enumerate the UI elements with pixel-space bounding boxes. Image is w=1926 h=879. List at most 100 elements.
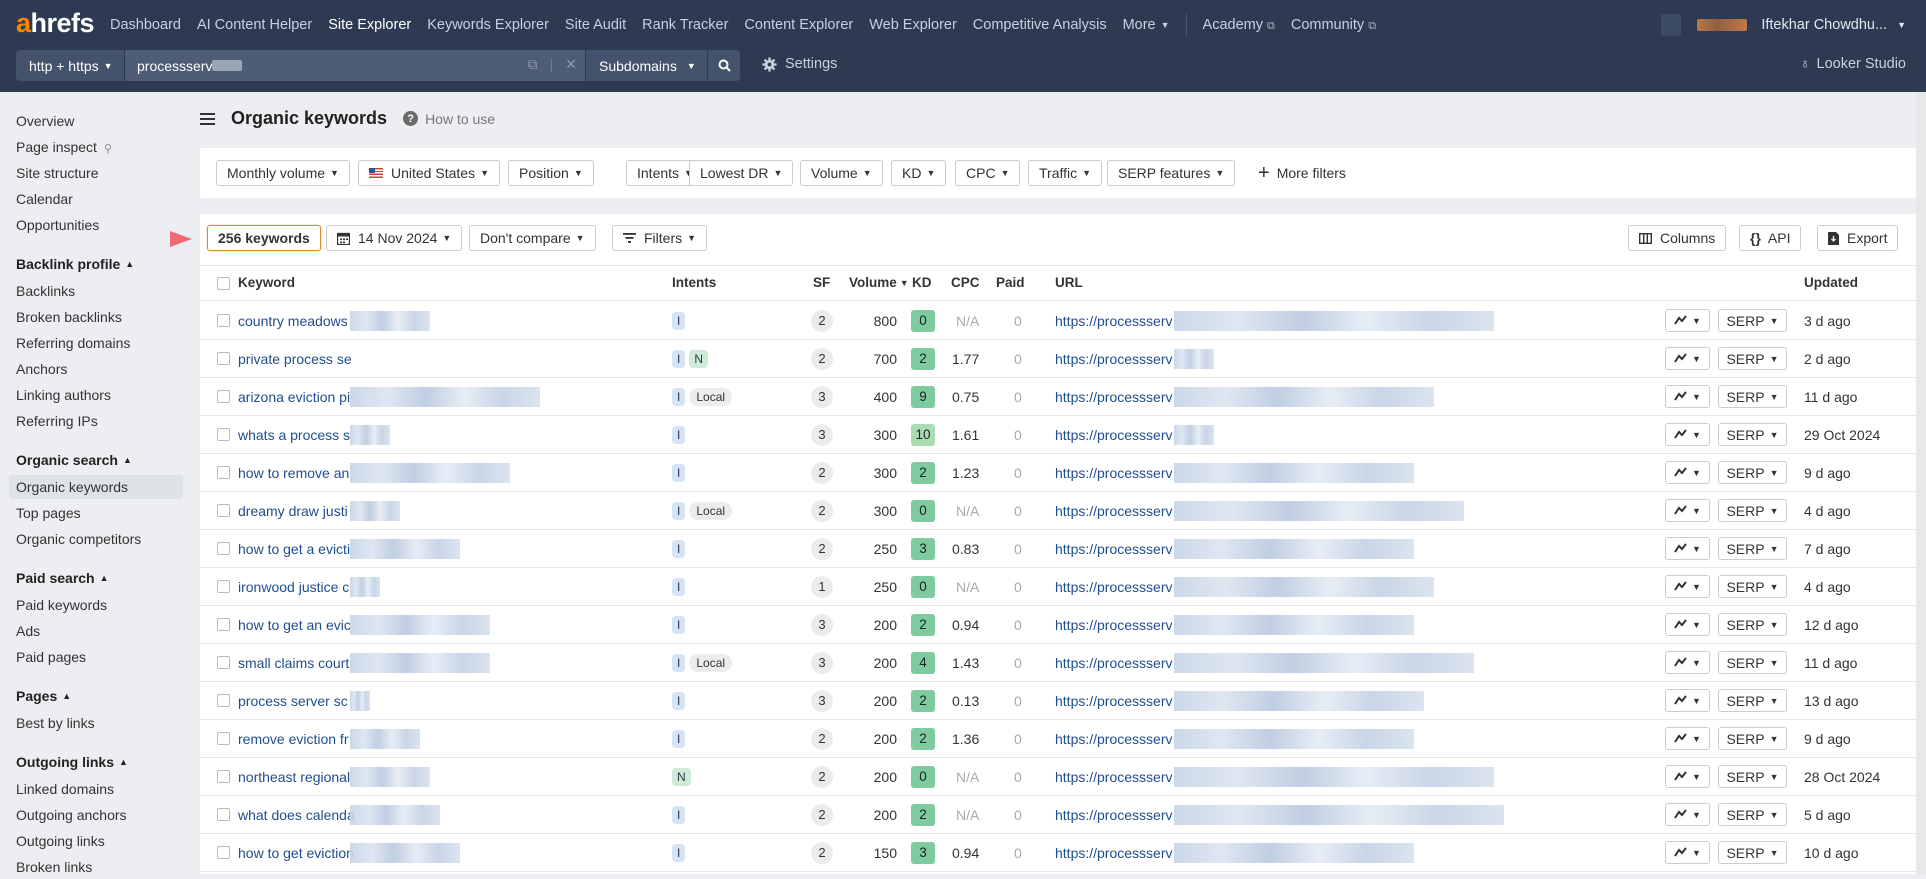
sidebar-item-ads[interactable]: Ads [9, 619, 183, 643]
nav-community[interactable]: Community ⧉ [1291, 17, 1376, 33]
position-history-button[interactable]: ▼ [1665, 537, 1710, 560]
serp-button[interactable]: SERP ▼ [1718, 385, 1787, 408]
nav-competitive-analysis[interactable]: Competitive Analysis [973, 17, 1107, 33]
sidebar-section-pages[interactable]: Pages ▲ [16, 688, 71, 704]
serp-button[interactable]: SERP ▼ [1718, 803, 1787, 826]
row-checkbox[interactable] [217, 314, 230, 327]
serp-button[interactable]: SERP ▼ [1718, 613, 1787, 636]
url-link[interactable]: https://processserv [1055, 351, 1173, 367]
serp-button[interactable]: SERP ▼ [1718, 575, 1787, 598]
url-link[interactable]: https://processserv [1055, 845, 1173, 861]
serp-button[interactable]: SERP ▼ [1718, 347, 1787, 370]
position-history-button[interactable]: ▼ [1665, 689, 1710, 712]
serp-features-count[interactable]: 3 [811, 614, 833, 636]
sidebar-item-linking-authors[interactable]: Linking authors [9, 383, 183, 407]
sidebar-section-organic-search[interactable]: Organic search ▲ [16, 452, 132, 468]
sidebar-item-outgoing-links[interactable]: Outgoing links [9, 829, 183, 853]
nav-web-explorer[interactable]: Web Explorer [869, 17, 957, 33]
serp-features-count[interactable]: 2 [811, 538, 833, 560]
col-volume[interactable]: Volume ▼ [849, 275, 909, 290]
position-history-button[interactable]: ▼ [1665, 309, 1710, 332]
col-sf[interactable]: SF [813, 275, 830, 290]
keyword-link[interactable]: remove eviction fr [238, 731, 348, 747]
filter-position[interactable]: Position ▼ [508, 160, 594, 186]
position-history-button[interactable]: ▼ [1665, 727, 1710, 750]
nav-site-explorer[interactable]: Site Explorer [328, 17, 411, 33]
menu-icon[interactable] [200, 112, 215, 125]
sidebar-section-backlink-profile[interactable]: Backlink profile ▲ [16, 256, 134, 272]
sidebar-item-best-by-links[interactable]: Best by links [9, 711, 183, 735]
serp-button[interactable]: SERP ▼ [1718, 689, 1787, 712]
sidebar-item-site-structure[interactable]: Site structure [9, 161, 183, 185]
col-kd[interactable]: KD [912, 275, 932, 290]
nav-dashboard[interactable]: Dashboard [110, 17, 181, 33]
open-external-icon[interactable]: ⧉ [528, 56, 538, 73]
url-link[interactable]: https://processserv [1055, 465, 1173, 481]
date-picker[interactable]: 14 Nov 2024 ▼ [326, 225, 463, 251]
row-checkbox[interactable] [217, 542, 230, 555]
serp-features-count[interactable]: 1 [811, 576, 833, 598]
serp-features-count[interactable]: 2 [811, 348, 833, 370]
row-checkbox[interactable] [217, 694, 230, 707]
url-link[interactable]: https://processserv [1055, 807, 1173, 823]
keyword-link[interactable]: country meadows [238, 313, 348, 329]
serp-features-count[interactable]: 2 [811, 766, 833, 788]
sidebar-item-paid-pages[interactable]: Paid pages [9, 645, 183, 669]
serp-features-count[interactable]: 3 [811, 386, 833, 408]
sidebar-item-top-pages[interactable]: Top pages [9, 501, 183, 525]
sidebar-item-outgoing-anchors[interactable]: Outgoing anchors [9, 803, 183, 827]
sidebar-item-linked-domains[interactable]: Linked domains [9, 777, 183, 801]
nav-rank-tracker[interactable]: Rank Tracker [642, 17, 728, 33]
col-cpc[interactable]: CPC [951, 275, 980, 290]
row-checkbox[interactable] [217, 846, 230, 859]
position-history-button[interactable]: ▼ [1665, 765, 1710, 788]
filter-united-states[interactable]: United States ▼ [358, 160, 500, 186]
sidebar-item-organic-keywords[interactable]: Organic keywords [9, 475, 183, 499]
serp-button[interactable]: SERP ▼ [1718, 423, 1787, 446]
serp-features-count[interactable]: 2 [811, 500, 833, 522]
sidebar-item-opportunities[interactable]: Opportunities [9, 213, 183, 237]
col-url[interactable]: URL [1055, 275, 1083, 290]
position-history-button[interactable]: ▼ [1665, 613, 1710, 636]
serp-button[interactable]: SERP ▼ [1718, 727, 1787, 750]
serp-button[interactable]: SERP ▼ [1718, 765, 1787, 788]
url-link[interactable]: https://processserv [1055, 769, 1173, 785]
url-link[interactable]: https://processserv [1055, 313, 1173, 329]
serp-features-count[interactable]: 3 [811, 690, 833, 712]
keyword-link[interactable]: how to get a evicti [238, 541, 350, 557]
url-link[interactable]: https://processserv [1055, 617, 1173, 633]
filter-cpc[interactable]: CPC ▼ [955, 160, 1021, 186]
url-link[interactable]: https://processserv [1055, 693, 1173, 709]
keyword-link[interactable]: whats a process s [238, 427, 350, 443]
sidebar-section-outgoing-links[interactable]: Outgoing links ▲ [16, 754, 128, 770]
position-history-button[interactable]: ▼ [1665, 499, 1710, 522]
sidebar-item-anchors[interactable]: Anchors [9, 357, 183, 381]
sidebar-item-paid-keywords[interactable]: Paid keywords [9, 593, 183, 617]
nav-site-audit[interactable]: Site Audit [565, 17, 626, 33]
position-history-button[interactable]: ▼ [1665, 803, 1710, 826]
keyword-link[interactable]: how to get an evic [238, 617, 351, 633]
serp-features-count[interactable]: 2 [811, 728, 833, 750]
serp-button[interactable]: SERP ▼ [1718, 499, 1787, 522]
sidebar-item-broken-links[interactable]: Broken links [9, 855, 183, 879]
keyword-link[interactable]: how to get eviction [238, 845, 354, 861]
sidebar-item-referring-ips[interactable]: Referring IPs [9, 409, 183, 433]
filters-button[interactable]: Filters ▼ [612, 225, 708, 251]
url-link[interactable]: https://processserv [1055, 503, 1173, 519]
serp-features-count[interactable]: 2 [811, 462, 833, 484]
serp-button[interactable]: SERP ▼ [1718, 537, 1787, 560]
keyword-link[interactable]: ironwood justice c [238, 579, 349, 595]
sidebar-item-organic-competitors[interactable]: Organic competitors [9, 527, 183, 551]
url-link[interactable]: https://processserv [1055, 427, 1173, 443]
url-link[interactable]: https://processserv [1055, 389, 1173, 405]
row-checkbox[interactable] [217, 352, 230, 365]
keyword-link[interactable]: northeast regional [238, 769, 350, 785]
nav-ai-content-helper[interactable]: AI Content Helper [197, 17, 312, 33]
filter-monthly-volume[interactable]: Monthly volume ▼ [216, 160, 350, 186]
select-all-checkbox[interactable] [217, 277, 230, 290]
keyword-link[interactable]: arizona eviction pi [238, 389, 350, 405]
looker-studio-link[interactable]: ♁ Looker Studio [1800, 56, 1906, 72]
api-button[interactable]: {} API [1739, 225, 1802, 251]
nav-more[interactable]: More ▼ [1123, 17, 1170, 33]
keyword-link[interactable]: what does calenda [238, 807, 355, 823]
